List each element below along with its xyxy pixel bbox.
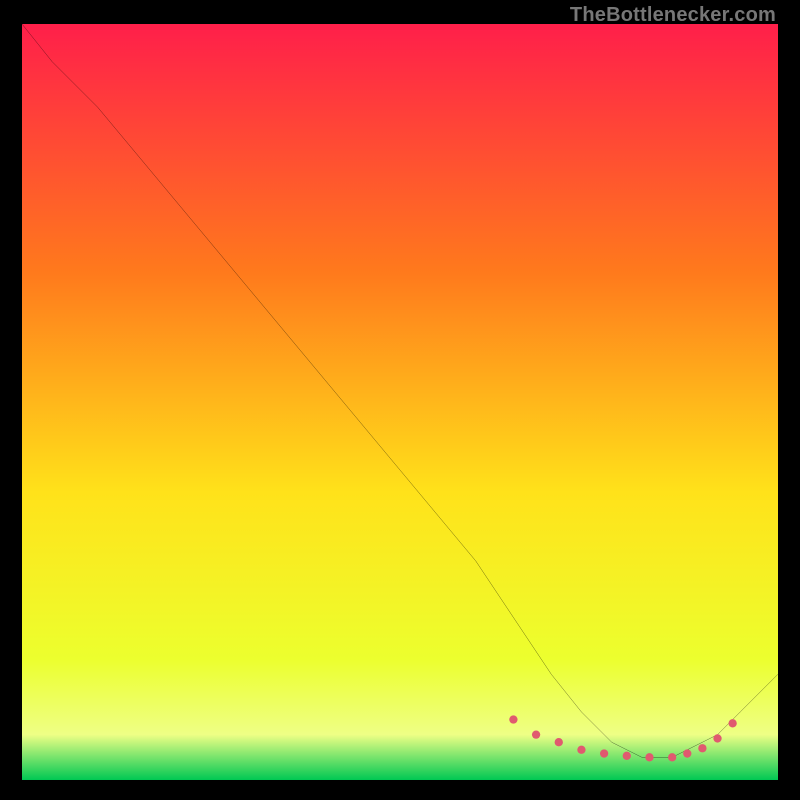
plot-background <box>22 24 778 780</box>
highlight-dot <box>683 749 691 757</box>
highlight-dot <box>713 734 721 742</box>
highlight-dot <box>509 715 517 723</box>
plot-svg <box>22 24 778 780</box>
highlight-dot <box>600 749 608 757</box>
highlight-dot <box>645 753 653 761</box>
highlight-dot <box>698 744 706 752</box>
highlight-dot <box>623 752 631 760</box>
highlight-dot <box>532 730 540 738</box>
highlight-dot <box>577 746 585 754</box>
highlight-dot <box>728 719 736 727</box>
highlight-dot <box>668 753 676 761</box>
highlight-dot <box>555 738 563 746</box>
